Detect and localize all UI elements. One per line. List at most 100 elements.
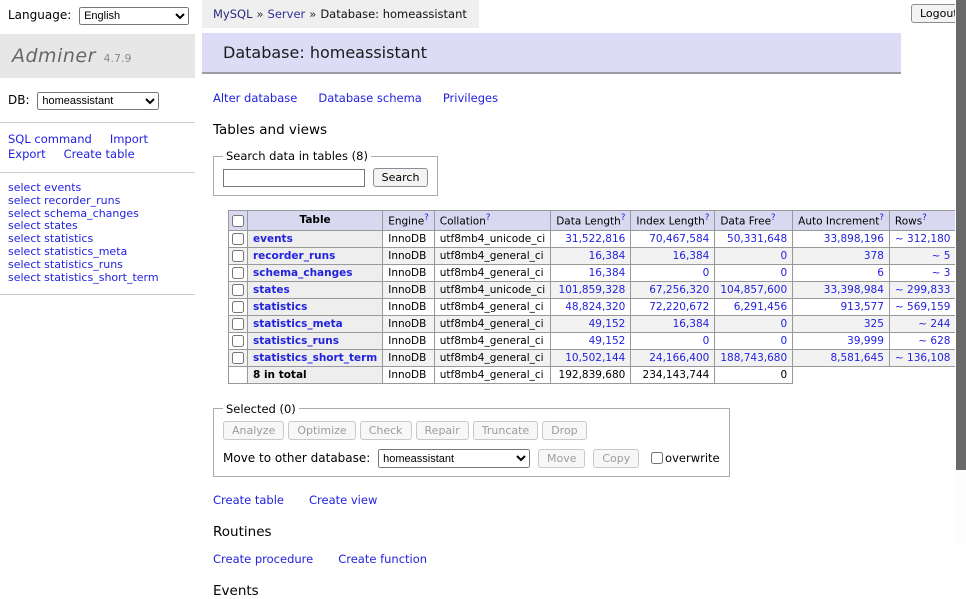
breadcrumb-server-type-link[interactable]: MySQL [213, 7, 253, 21]
data-length-link[interactable]: 48,824,320 [565, 301, 625, 313]
analyze-button[interactable]: Analyze [223, 421, 284, 440]
row-select-checkbox[interactable] [232, 301, 244, 313]
overwrite-label[interactable]: overwrite [665, 451, 720, 465]
data-length-link[interactable]: 101,859,328 [559, 284, 626, 296]
table-name-link[interactable]: statistics_meta [253, 318, 343, 330]
row-select-checkbox[interactable] [232, 352, 244, 364]
overwrite-checkbox[interactable] [651, 452, 663, 464]
data-length-help-link[interactable]: ? [621, 213, 626, 223]
select-statistics-short-term-link[interactable]: select statistics_short_term [8, 272, 195, 285]
select-statistics-runs-link[interactable]: select statistics_runs [8, 259, 195, 272]
table-header-row: Table Engine? Collation? Data Length? In… [229, 211, 966, 231]
sql-command-link[interactable]: SQL command [8, 132, 92, 146]
table-name-link[interactable]: schema_changes [253, 267, 353, 279]
table-name-link[interactable]: statistics_runs [253, 335, 339, 347]
rows-link[interactable]: ~ 244 [918, 318, 950, 330]
repair-button[interactable]: Repair [416, 421, 469, 440]
index-length-link[interactable]: 72,220,672 [649, 301, 709, 313]
index-length-link[interactable]: 70,467,584 [649, 233, 709, 245]
table-name-link[interactable]: states [253, 284, 290, 296]
data-free-link[interactable]: 6,291,456 [734, 301, 787, 313]
collation-help-link[interactable]: ? [486, 213, 491, 223]
auto-increment-link[interactable]: 325 [864, 318, 884, 330]
data-length-link[interactable]: 16,384 [589, 267, 626, 279]
rows-link[interactable]: ~ 299,833 [895, 284, 951, 296]
create-table-link[interactable]: Create table [64, 147, 135, 161]
data-free-link[interactable]: 0 [780, 335, 787, 347]
index-length-link[interactable]: 67,256,320 [649, 284, 709, 296]
truncate-button[interactable]: Truncate [473, 421, 538, 440]
search-button[interactable]: Search [373, 168, 429, 187]
auto-increment-link[interactable]: 913,577 [841, 301, 884, 313]
row-select-checkbox[interactable] [232, 267, 244, 279]
move-database-select[interactable]: homeassistant [378, 449, 530, 468]
scrollbar-thumb[interactable] [956, 0, 966, 470]
vertical-scrollbar[interactable] [955, 0, 966, 543]
create-procedure-link[interactable]: Create procedure [213, 552, 313, 566]
select-recorder-runs-link[interactable]: select recorder_runs [8, 195, 195, 208]
breadcrumb-server-link[interactable]: Server [268, 7, 306, 21]
alter-database-link[interactable]: Alter database [213, 91, 297, 105]
rows-link[interactable]: ~ 628 [918, 335, 950, 347]
data-free-link[interactable]: 104,857,600 [720, 284, 787, 296]
check-button[interactable]: Check [360, 421, 412, 440]
index-length-link[interactable]: 16,384 [673, 250, 710, 262]
data-length-link[interactable]: 31,522,816 [565, 233, 625, 245]
rows-link[interactable]: ~ 3 [932, 267, 951, 279]
import-link[interactable]: Import [110, 132, 148, 146]
copy-button[interactable]: Copy [593, 449, 639, 468]
search-input[interactable] [223, 169, 365, 187]
rows-link[interactable]: ~ 569,159 [895, 301, 951, 313]
data-free-link[interactable]: 188,743,680 [720, 352, 787, 364]
index-length-link[interactable]: 24,166,400 [649, 352, 709, 364]
create-table-link[interactable]: Create table [213, 493, 284, 507]
table-name-link[interactable]: events [253, 233, 293, 245]
row-select-checkbox[interactable] [232, 250, 244, 262]
data-length-link[interactable]: 16,384 [589, 250, 626, 262]
row-select-checkbox[interactable] [232, 318, 244, 330]
create-view-link[interactable]: Create view [309, 493, 377, 507]
data-free-link[interactable]: 50,331,648 [727, 233, 787, 245]
index-length-link[interactable]: 16,384 [673, 318, 710, 330]
auto-increment-link[interactable]: 39,999 [847, 335, 884, 347]
language-select[interactable]: English [79, 7, 189, 25]
select-statistics-meta-link[interactable]: select statistics_meta [8, 246, 195, 259]
index-length-link[interactable]: 0 [703, 335, 710, 347]
table-name-link[interactable]: statistics_short_term [253, 352, 377, 364]
row-select-checkbox[interactable] [232, 284, 244, 296]
data-length-link[interactable]: 10,502,144 [565, 352, 625, 364]
rows-link[interactable]: ~ 312,180 [895, 233, 951, 245]
data-length-link[interactable]: 49,152 [589, 335, 626, 347]
engine-help-link[interactable]: ? [424, 213, 429, 223]
rows-link[interactable]: ~ 136,108 [895, 352, 951, 364]
auto-increment-link[interactable]: 33,898,196 [824, 233, 884, 245]
data-free-link[interactable]: 0 [780, 318, 787, 330]
data-free-link[interactable]: 0 [780, 267, 787, 279]
data-length-link[interactable]: 49,152 [589, 318, 626, 330]
select-all-checkbox[interactable] [232, 215, 244, 227]
auto-increment-link[interactable]: 8,581,645 [830, 352, 883, 364]
database-schema-link[interactable]: Database schema [318, 91, 421, 105]
table-name-link[interactable]: statistics [253, 301, 307, 313]
index-length-help-link[interactable]: ? [705, 213, 710, 223]
move-button[interactable]: Move [538, 449, 586, 468]
index-length-link[interactable]: 0 [703, 267, 710, 279]
auto-increment-link[interactable]: 6 [877, 267, 884, 279]
auto-increment-link[interactable]: 33,398,984 [824, 284, 884, 296]
privileges-link[interactable]: Privileges [443, 91, 498, 105]
db-select[interactable]: homeassistant [37, 92, 159, 110]
auto-increment-link[interactable]: 378 [864, 250, 884, 262]
row-select-checkbox[interactable] [232, 233, 244, 245]
table-name-link[interactable]: recorder_runs [253, 250, 335, 262]
optimize-button[interactable]: Optimize [288, 421, 355, 440]
data-free-help-link[interactable]: ? [771, 213, 776, 223]
data-free-link[interactable]: 0 [780, 250, 787, 262]
create-function-link[interactable]: Create function [338, 552, 427, 566]
rows-link[interactable]: ~ 5 [932, 250, 951, 262]
row-select-checkbox[interactable] [232, 335, 244, 347]
drop-button[interactable]: Drop [542, 421, 586, 440]
rows-help-link[interactable]: ? [922, 213, 927, 223]
auto-increment-help-link[interactable]: ? [879, 213, 884, 223]
export-link[interactable]: Export [8, 147, 46, 161]
select-events-link[interactable]: select events [8, 182, 195, 195]
